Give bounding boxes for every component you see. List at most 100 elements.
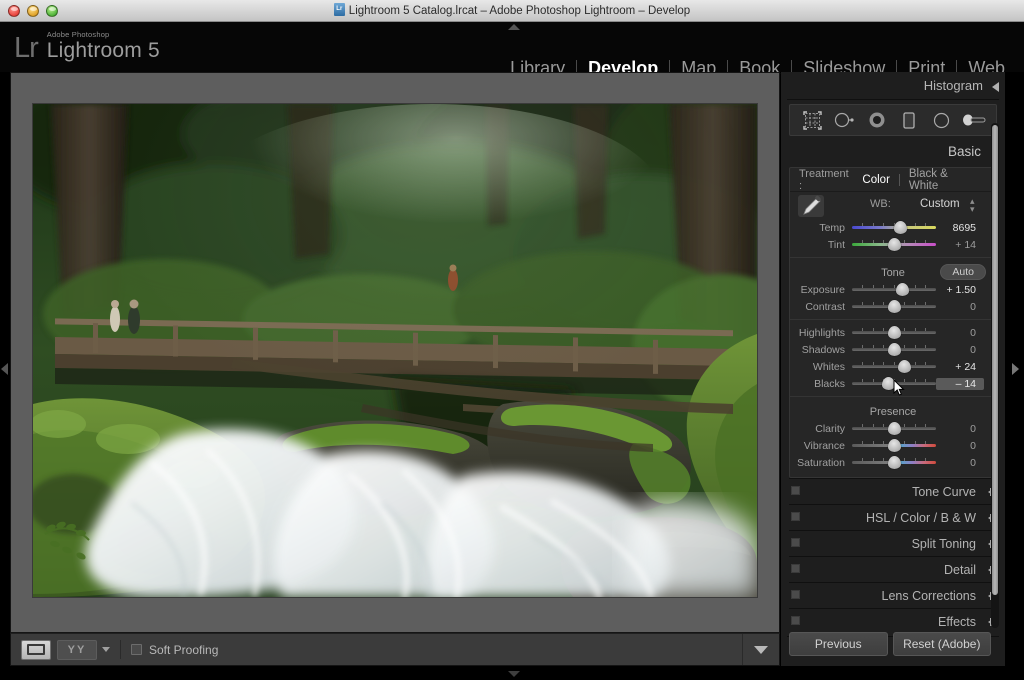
radial-filter-tool[interactable] [928,108,954,132]
slider-thumb-clarity[interactable] [887,422,901,435]
slider-thumb-temp[interactable] [894,221,908,234]
red-eye-correction-tool[interactable] [864,108,890,132]
treatment-color-option[interactable]: Color [853,174,898,186]
crop-overlay-icon [802,110,822,130]
soft-proofing-label[interactable]: Soft Proofing [149,643,218,657]
section-effects[interactable]: Effects [789,608,997,634]
slider-value-clarity[interactable]: 0 [936,423,984,435]
loupe-view-button[interactable] [21,639,51,660]
panel-enable-switch[interactable] [791,512,800,521]
section-lens-corrections[interactable]: Lens Corrections [789,582,997,608]
panel-action-buttons[interactable]: Previous Reset (Adobe) [789,632,991,656]
slider-value-whites[interactable]: + 24 [936,361,984,373]
stepper-icon[interactable]: ▴ ▾ [970,197,975,214]
before-after-button[interactable]: YY [57,639,97,660]
section-label: Lens Corrections [881,588,977,603]
slider-value-contrast[interactable]: 0 [936,301,984,313]
section-tone-curve[interactable]: Tone Curve [789,478,997,504]
slider-track-contrast[interactable] [852,300,936,313]
slider-value-tint[interactable]: + 14 [936,239,984,251]
slider-value-saturation[interactable]: 0 [936,457,984,469]
slider-row-temp[interactable]: Temp 8695 [790,219,996,236]
previous-button[interactable]: Previous [789,632,888,656]
slider-row-tint[interactable]: Tint + 14 [790,236,996,253]
white-balance-selector-icon[interactable] [798,195,824,217]
slider-track-vibrance[interactable] [852,439,936,452]
crop-overlay-tool[interactable] [799,108,825,132]
develop-tool-strip[interactable] [789,104,997,136]
wb-value[interactable]: Custom [920,198,960,210]
treatment-bw-option[interactable]: Black & White [900,168,986,192]
basic-panel-body: Treatment : Color Black & White WB: Cust… [789,167,997,478]
photo-preview[interactable] [33,104,757,597]
caret-down-icon[interactable] [102,647,110,652]
loupe-view-icon [27,644,45,655]
slider-thumb-highlights[interactable] [887,326,901,339]
section-split-toning[interactable]: Split Toning [789,530,997,556]
red-eye-icon [869,112,885,128]
top-panel-collapse-arrow[interactable] [508,24,520,30]
auto-tone-button[interactable]: Auto [940,264,986,280]
slider-row-highlights[interactable]: Highlights 0 [790,324,996,341]
slider-thumb-exposure[interactable] [895,283,909,296]
slider-row-contrast[interactable]: Contrast 0 [790,298,996,315]
slider-track-highlights[interactable] [852,326,936,339]
histogram-panel-header[interactable]: Histogram [781,72,1005,99]
slider-value-blacks[interactable]: – 14 [936,377,984,390]
filmstrip-collapse-arrow[interactable] [508,671,520,677]
slider-value-vibrance[interactable]: 0 [936,440,984,452]
slider-row-shadows[interactable]: Shadows 0 [790,341,996,358]
slider-label-shadows: Shadows [801,343,845,356]
slider-row-clarity[interactable]: Clarity 0 [790,420,996,437]
slider-value-highlights[interactable]: 0 [936,327,984,339]
slider-track-temp[interactable] [852,221,936,234]
panel-enable-switch[interactable] [791,564,800,573]
slider-row-vibrance[interactable]: Vibrance 0 [790,437,996,454]
graduated-filter-tool[interactable] [896,108,922,132]
slider-label-blacks: Blacks [814,377,845,390]
treatment-options[interactable]: Color Black & White [853,168,996,192]
adjustment-brush-tool[interactable] [961,108,987,132]
slider-value-temp[interactable]: 8695 [936,222,984,234]
panel-enable-switch[interactable] [791,590,800,599]
section-detail[interactable]: Detail [789,556,997,582]
image-canvas[interactable] [10,72,780,633]
slider-thumb-saturation[interactable] [887,456,901,469]
slider-track-exposure[interactable] [852,283,936,296]
slider-track-clarity[interactable] [852,422,936,435]
slider-track-tint[interactable] [852,238,936,251]
panel-enable-switch[interactable] [791,538,800,547]
slider-track-shadows[interactable] [852,343,936,356]
slider-value-shadows[interactable]: 0 [936,344,984,356]
slider-thumb-tint[interactable] [887,238,901,251]
slider-row-whites[interactable]: Whites + 24 [790,358,996,375]
panel-enable-switch[interactable] [791,486,800,495]
basic-panel-header[interactable]: Basic ▾ [781,136,1005,167]
section-hsl-color-bw[interactable]: HSL / Color / B & W [789,504,997,530]
panel-enable-switch[interactable] [791,616,800,625]
treatment-label: Treatment : [799,167,849,192]
triangle-left-icon[interactable] [992,82,999,92]
slider-thumb-whites[interactable] [897,360,911,373]
develop-toolbar[interactable]: YY Soft Proofing [10,633,780,666]
slider-thumb-contrast[interactable] [887,300,901,313]
slider-row-exposure[interactable]: Exposure + 1.50 [790,281,996,298]
left-panel-collapse-arrow[interactable] [1,363,8,375]
slider-label-tint: Tint [827,238,845,251]
soft-proofing-checkbox[interactable] [131,644,142,655]
slider-thumb-vibrance[interactable] [887,439,901,452]
toolbar-options-caret-icon[interactable] [754,645,768,654]
reset-button[interactable]: Reset (Adobe) [892,632,991,656]
slider-thumb-shadows[interactable] [887,343,901,356]
slider-track-whites[interactable] [852,360,936,373]
app-identity-plate[interactable]: Lr Adobe Photoshop Lightroom 5 [14,30,160,63]
slider-value-exposure[interactable]: + 1.50 [936,284,984,296]
right-panel-collapse-arrow[interactable] [1012,363,1019,375]
spot-removal-tool[interactable] [831,108,857,132]
slider-row-saturation[interactable]: Saturation 0 [790,454,996,471]
window-titlebar: Lightroom 5 Catalog.lrcat – Adobe Photos… [0,0,1024,22]
scrollbar-thumb[interactable] [992,125,998,595]
slider-ticks [852,285,936,289]
right-panel-scrollbar[interactable] [991,123,999,628]
slider-track-saturation[interactable] [852,456,936,469]
